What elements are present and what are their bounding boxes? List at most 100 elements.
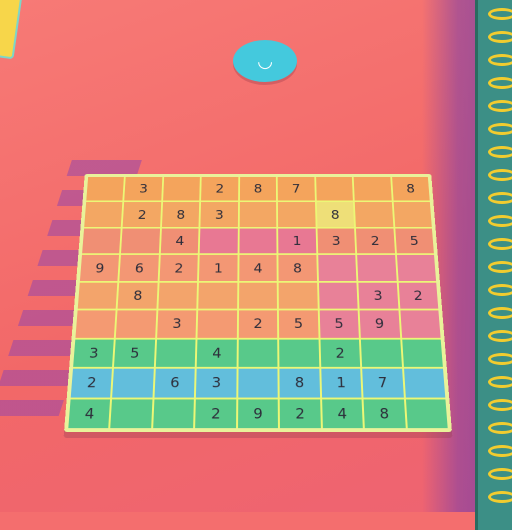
sudoku-cell[interactable] — [401, 339, 443, 367]
sudoku-cell[interactable]: 2 — [70, 368, 113, 398]
sudoku-cell[interactable] — [199, 228, 238, 254]
sudoku-cell[interactable]: 8 — [161, 202, 200, 227]
sudoku-cell[interactable]: 4 — [68, 399, 111, 429]
notebook-ring — [488, 215, 512, 227]
smile-icon: ◡ — [258, 50, 272, 72]
sudoku-cell[interactable] — [153, 399, 195, 429]
sudoku-cell[interactable]: 9 — [237, 399, 279, 429]
sudoku-cell[interactable]: 8 — [278, 255, 317, 281]
notebook-ring — [488, 100, 512, 112]
sudoku-cell[interactable] — [360, 339, 402, 367]
sudoku-cell[interactable]: 2 — [279, 399, 321, 429]
notebook-ring — [488, 8, 512, 20]
sudoku-cell[interactable]: 2 — [320, 339, 361, 367]
sudoku-cell[interactable]: 6 — [119, 255, 159, 281]
sudoku-cell[interactable]: 1 — [320, 368, 362, 398]
notebook-ring — [488, 330, 512, 342]
sudoku-cell[interactable]: 2 — [195, 399, 237, 429]
sudoku-cell[interactable]: 2 — [159, 255, 199, 281]
sudoku-cell[interactable]: 5 — [319, 310, 359, 338]
sudoku-cell[interactable]: 8 — [117, 282, 158, 309]
sudoku-cell[interactable]: 4 — [197, 339, 237, 367]
sudoku-cell[interactable] — [82, 228, 122, 254]
sudoku-cell[interactable]: 3 — [157, 310, 197, 338]
sudoku-cell[interactable]: 2 — [356, 228, 395, 254]
sudoku-cell[interactable]: 1 — [278, 228, 317, 254]
sudoku-cell[interactable] — [353, 176, 392, 201]
notebook-ring — [488, 31, 512, 43]
sudoku-cell[interactable] — [403, 368, 446, 398]
sudoku-cell[interactable] — [110, 399, 153, 429]
notebook-ring — [488, 123, 512, 135]
sudoku-cell[interactable]: 8 — [239, 176, 277, 201]
sudoku-cell[interactable]: 5 — [394, 228, 434, 254]
sudoku-cell[interactable] — [318, 282, 358, 309]
spiral-notebook — [475, 0, 512, 530]
sudoku-cell[interactable]: 3 — [124, 176, 163, 201]
sudoku-cell[interactable]: 2 — [123, 202, 162, 227]
sudoku-cell[interactable]: 3 — [196, 368, 237, 398]
sudoku-cell[interactable] — [112, 368, 154, 398]
sudoku-cell[interactable]: 9 — [359, 310, 400, 338]
sudoku-cell[interactable] — [315, 176, 354, 201]
smile-badge-button[interactable]: ◡ — [233, 40, 297, 82]
sudoku-cell[interactable] — [239, 228, 277, 254]
notebook-ring — [488, 169, 512, 181]
sudoku-cell[interactable]: 1 — [199, 255, 238, 281]
notebook-ring — [488, 491, 512, 503]
sudoku-cell[interactable]: 4 — [160, 228, 199, 254]
sudoku-cell[interactable]: 5 — [279, 310, 319, 338]
sudoku-cell[interactable] — [279, 339, 319, 367]
sudoku-cell[interactable]: 8 — [279, 368, 320, 398]
sudoku-cell[interactable] — [121, 228, 160, 254]
sudoku-cell[interactable]: 7 — [277, 176, 315, 201]
notebook-ring — [488, 445, 512, 457]
sudoku-cell[interactable] — [278, 202, 316, 227]
sudoku-cell[interactable]: 3 — [317, 228, 356, 254]
sudoku-cell[interactable] — [155, 339, 196, 367]
sudoku-cell[interactable]: 6 — [154, 368, 196, 398]
sudoku-cell[interactable] — [197, 310, 237, 338]
notebook-ring — [488, 399, 512, 411]
sudoku-cell[interactable] — [162, 176, 201, 201]
sudoku-cell[interactable]: 8 — [391, 176, 430, 201]
sudoku-grid: 3287828384132596214883232559354226381742… — [68, 176, 448, 429]
sudoku-cell[interactable]: 3 — [73, 339, 115, 367]
sudoku-cell[interactable] — [84, 202, 123, 227]
sudoku-cell[interactable] — [278, 282, 318, 309]
sudoku-cell[interactable]: 2 — [398, 282, 439, 309]
sudoku-cell[interactable]: 4 — [321, 399, 363, 429]
sudoku-cell[interactable] — [354, 202, 393, 227]
sudoku-cell[interactable]: 3 — [200, 202, 238, 227]
sudoku-cell[interactable]: 2 — [238, 310, 278, 338]
sudoku-cell[interactable]: 4 — [239, 255, 277, 281]
sudoku-cell[interactable] — [405, 399, 448, 429]
sudoku-cell[interactable]: 8 — [316, 202, 355, 227]
sudoku-cell[interactable] — [158, 282, 198, 309]
sudoku-cell[interactable]: 9 — [79, 255, 120, 281]
sudoku-cell[interactable] — [317, 255, 357, 281]
sudoku-cell[interactable] — [198, 282, 238, 309]
sudoku-cell[interactable]: 2 — [201, 176, 239, 201]
sudoku-cell[interactable] — [396, 255, 437, 281]
sudoku-cell[interactable] — [239, 202, 277, 227]
notebook-ring — [488, 468, 512, 480]
sudoku-cell[interactable] — [393, 202, 432, 227]
sudoku-cell[interactable] — [77, 282, 118, 309]
notebook-ring — [488, 261, 512, 273]
notebook-ring — [488, 353, 512, 365]
notebook-ring — [488, 307, 512, 319]
sudoku-cell[interactable]: 7 — [362, 368, 404, 398]
sudoku-cell[interactable]: 3 — [358, 282, 398, 309]
sudoku-cell[interactable]: 8 — [363, 399, 406, 429]
sudoku-cell[interactable] — [86, 176, 125, 201]
sudoku-cell[interactable] — [357, 255, 397, 281]
sudoku-cell[interactable]: 5 — [114, 339, 156, 367]
sudoku-cell[interactable] — [116, 310, 157, 338]
sudoku-cell[interactable] — [238, 368, 278, 398]
sudoku-cell[interactable] — [238, 282, 278, 309]
sudoku-board: 3287828384132596214883232559354226381742… — [64, 173, 452, 432]
sudoku-cell[interactable] — [400, 310, 441, 338]
sudoku-cell[interactable] — [238, 339, 278, 367]
sudoku-cell[interactable] — [75, 310, 116, 338]
